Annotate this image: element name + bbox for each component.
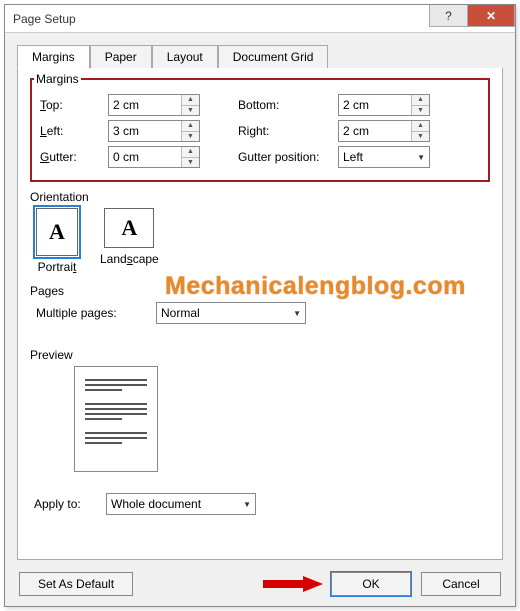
orientation-landscape[interactable]: A Landscape — [100, 208, 159, 274]
chevron-down-icon: ▼ — [243, 500, 251, 509]
top-input[interactable] — [109, 95, 181, 115]
apply-row: Apply to: Whole document ▼ — [34, 493, 486, 515]
gutter-label: Gutter: — [40, 150, 108, 164]
landscape-label: Landscape — [100, 252, 159, 266]
ok-button[interactable]: OK — [331, 572, 411, 596]
tab-margins[interactable]: Margins — [17, 45, 90, 69]
orientation-label: Orientation — [30, 190, 490, 204]
bottom-label: Bottom: — [238, 98, 338, 112]
chevron-up-icon: ▲ — [412, 95, 429, 106]
tab-paper[interactable]: Paper — [90, 45, 152, 69]
top-spinbox[interactable]: ▲▼ — [108, 94, 200, 116]
gutterpos-combo[interactable]: Left ▼ — [338, 146, 430, 168]
multiple-pages-combo[interactable]: Normal ▼ — [156, 302, 306, 324]
right-label: Right: — [238, 124, 338, 138]
titlebar: Page Setup ? ✕ — [5, 5, 515, 33]
chevron-down-icon: ▼ — [412, 106, 429, 116]
chevron-down-icon: ▼ — [417, 153, 425, 162]
chevron-down-icon: ▼ — [182, 106, 199, 116]
applyto-combo[interactable]: Whole document ▼ — [106, 493, 256, 515]
window-buttons: ? ✕ — [429, 5, 515, 32]
cancel-button[interactable]: Cancel — [421, 572, 501, 596]
margins-group: Margins Top: ▲▼ Bottom: ▲▼ Left: — [30, 78, 490, 182]
help-icon: ? — [445, 9, 452, 23]
dialog-button-row: Set As Default OK Cancel — [19, 572, 501, 596]
multiple-pages-value: Normal — [161, 306, 200, 320]
close-icon: ✕ — [486, 9, 496, 23]
multiple-pages-label: Multiple pages: — [36, 306, 156, 320]
left-spinbox[interactable]: ▲▼ — [108, 120, 200, 142]
tab-layout[interactable]: Layout — [152, 45, 218, 69]
tab-strip: Margins Paper Layout Document Grid — [17, 44, 503, 69]
gutterpos-value: Left — [343, 150, 363, 164]
applyto-value: Whole document — [111, 497, 201, 511]
chevron-up-icon: ▲ — [182, 95, 199, 106]
gutter-spinner[interactable]: ▲▼ — [181, 147, 199, 167]
margins-label: Margins — [34, 72, 81, 86]
orientation-portrait[interactable]: A Portrait — [36, 208, 78, 274]
preview-label: Preview — [30, 348, 490, 362]
help-button[interactable]: ? — [429, 5, 467, 27]
gutter-spinbox[interactable]: ▲▼ — [108, 146, 200, 168]
gutterpos-label: Gutter position: — [238, 150, 338, 164]
chevron-down-icon: ▼ — [182, 158, 199, 168]
orientation-group: A Portrait A Landscape — [36, 208, 490, 274]
portrait-label: Portrait — [38, 260, 77, 274]
right-spinner[interactable]: ▲▼ — [411, 121, 429, 141]
applyto-label: Apply to: — [34, 497, 106, 511]
left-label: Left: — [40, 124, 108, 138]
close-button[interactable]: ✕ — [467, 5, 515, 27]
bottom-input[interactable] — [339, 95, 411, 115]
client-area: Margins Paper Layout Document Grid Margi… — [5, 33, 515, 570]
bottom-spinner[interactable]: ▲▼ — [411, 95, 429, 115]
top-label: Top: — [40, 98, 108, 112]
chevron-down-icon: ▼ — [293, 309, 301, 318]
chevron-down-icon: ▼ — [412, 132, 429, 142]
pages-label: Pages — [30, 284, 490, 298]
bottom-spinbox[interactable]: ▲▼ — [338, 94, 430, 116]
chevron-up-icon: ▲ — [182, 121, 199, 132]
right-spinbox[interactable]: ▲▼ — [338, 120, 430, 142]
page-setup-dialog: Page Setup ? ✕ Margins Paper Layout Docu… — [4, 4, 516, 607]
right-input[interactable] — [339, 121, 411, 141]
red-arrow-icon — [263, 576, 323, 592]
portrait-icon: A — [36, 208, 78, 256]
set-as-default-button[interactable]: Set As Default — [19, 572, 133, 596]
window-title: Page Setup — [13, 12, 429, 26]
chevron-down-icon: ▼ — [182, 132, 199, 142]
left-spinner[interactable]: ▲▼ — [181, 121, 199, 141]
gutter-input[interactable] — [109, 147, 181, 167]
chevron-up-icon: ▲ — [412, 121, 429, 132]
tab-document-grid[interactable]: Document Grid — [218, 45, 329, 69]
preview-thumbnail — [74, 366, 158, 472]
chevron-up-icon: ▲ — [182, 147, 199, 158]
top-spinner[interactable]: ▲▼ — [181, 95, 199, 115]
left-input[interactable] — [109, 121, 181, 141]
tab-panel: Margins Top: ▲▼ Bottom: ▲▼ Left: — [17, 68, 503, 560]
landscape-icon: A — [104, 208, 154, 248]
